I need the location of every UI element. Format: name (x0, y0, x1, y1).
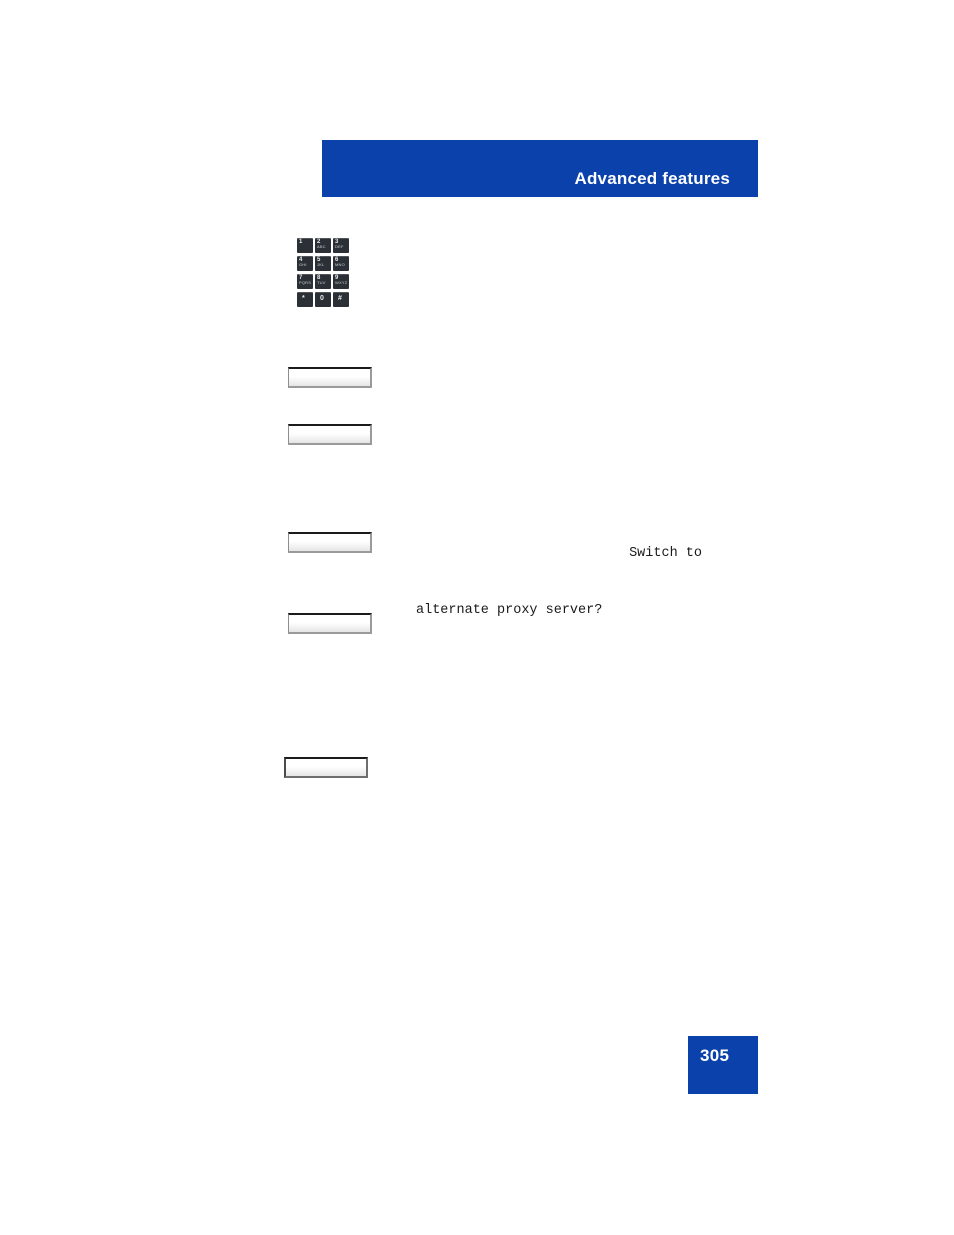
dialpad-key-digit: 1 (299, 239, 303, 245)
page-number-badge: 305 (688, 1036, 758, 1094)
dialpad-key-digit: * (302, 295, 305, 302)
display-line-2: alternate proxy server? (416, 603, 603, 618)
dialpad-key-pound: # (333, 292, 349, 307)
display-line-1: Switch to (629, 546, 702, 561)
dialpad-icon: 1 2 ABC 3 DEF 4 GHI 5 JKL 6 MNO 7 PQRS 8 (297, 238, 349, 307)
dialpad-key-7: 7 PQRS (297, 274, 313, 289)
softkey-button-4[interactable] (288, 613, 372, 634)
softkey-button-1[interactable] (288, 367, 372, 388)
dialpad-key-digit: # (338, 295, 342, 302)
dialpad-key-8: 8 TUV (315, 274, 331, 289)
softkey-button-2[interactable] (288, 424, 372, 445)
dialpad-key-1: 1 (297, 238, 313, 253)
dialpad-key-3: 3 DEF (333, 238, 349, 253)
dialpad-key-2: 2 ABC (315, 238, 331, 253)
dialpad-key-letters: JKL (317, 262, 325, 267)
dialpad-key-4: 4 GHI (297, 256, 313, 271)
dialpad-key-0: 0 (315, 292, 331, 307)
section-header-banner: Advanced features (322, 140, 758, 197)
dialpad-key-letters: PQRS (299, 280, 312, 285)
document-page: Advanced features 1 2 ABC 3 DEF 4 GHI 5 … (0, 0, 954, 1235)
dialpad-key-letters: WXYZ (335, 280, 348, 285)
softkey-button-3[interactable] (288, 532, 372, 553)
dialpad-key-star: * (297, 292, 313, 307)
page-title: Advanced features (574, 169, 730, 188)
phone-display-text: Switch to alternate proxy server? (416, 506, 716, 658)
dialpad-key-letters: DEF (335, 244, 344, 249)
dialpad-key-letters: TUV (317, 280, 326, 285)
dialpad-key-letters: MNO (335, 262, 345, 267)
dialpad-key-9: 9 WXYZ (333, 274, 349, 289)
dialpad-key-5: 5 JKL (315, 256, 331, 271)
dialpad-key-6: 6 MNO (333, 256, 349, 271)
dialpad-key-digit: 0 (320, 295, 324, 302)
page-number: 305 (700, 1046, 730, 1065)
softkey-button-5[interactable] (284, 757, 368, 778)
dialpad-key-letters: ABC (317, 244, 326, 249)
dialpad-key-letters: GHI (299, 262, 307, 267)
